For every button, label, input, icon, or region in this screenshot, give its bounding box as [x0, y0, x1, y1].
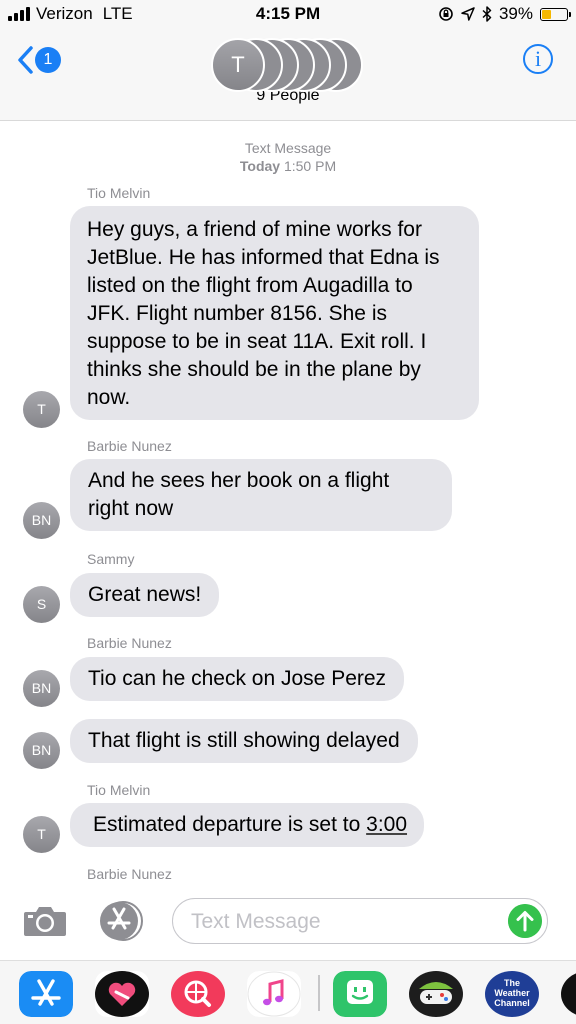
- message-bubble[interactable]: Hey guys, a friend of mine works for Jet…: [70, 206, 479, 420]
- time-link[interactable]: 3:00: [366, 813, 407, 836]
- group-avatar: T: [211, 38, 265, 92]
- partial-app[interactable]: [561, 971, 576, 1017]
- lock-rotation-icon: [439, 7, 453, 21]
- search-images-app[interactable]: [171, 971, 225, 1017]
- sender-avatar[interactable]: BN: [23, 502, 60, 539]
- message-input-placeholder: Text Message: [191, 910, 321, 933]
- sticker-face-app[interactable]: [333, 971, 387, 1017]
- camera-icon[interactable]: [22, 903, 68, 939]
- message-bubble[interactable]: Tio can he check on Jose Perez: [70, 657, 405, 701]
- messages-screen: Verizon LTE 4:15 PM 39% 1 T 9 People i T…: [0, 0, 576, 1024]
- heart-sticker-app[interactable]: [95, 971, 149, 1017]
- message-input[interactable]: Text Message: [172, 898, 548, 944]
- sender-name: Sammy: [87, 551, 135, 567]
- sender-avatar[interactable]: T: [23, 816, 60, 853]
- message-text: Estimated departure is set to: [93, 813, 367, 836]
- status-right: 39%: [438, 4, 571, 24]
- conversation-timestamp: Today 1:50 PM: [0, 157, 576, 175]
- twc-line: The: [503, 978, 520, 988]
- chevron-left-icon: [18, 46, 33, 74]
- location-icon: [461, 7, 475, 21]
- weather-channel-app[interactable]: The Weather Channel: [485, 971, 539, 1017]
- twc-line: Channel: [494, 998, 530, 1008]
- app-store-app[interactable]: [19, 971, 73, 1017]
- weather-channel-logo: The Weather Channel: [485, 978, 539, 1008]
- unread-badge: 1: [35, 47, 61, 73]
- app-store-icon[interactable]: [97, 901, 145, 941]
- sender-name: Barbie Nunez: [87, 866, 172, 882]
- battery-percent: 39%: [498, 4, 533, 23]
- message-bubble[interactable]: That flight is still showing delayed: [70, 719, 418, 763]
- send-arrow-icon[interactable]: [508, 904, 542, 938]
- smiley-sticker-icon: [347, 980, 373, 1004]
- sender-name: Tio Melvin: [87, 185, 151, 201]
- group-avatar-stack[interactable]: T: [211, 38, 371, 94]
- sender-name: Tio Melvin: [87, 782, 151, 798]
- battery-level: [542, 9, 551, 19]
- sender-avatar[interactable]: BN: [23, 670, 60, 707]
- conversation-header: 1 T 9 People i: [0, 30, 576, 121]
- message-bubble[interactable]: And he sees her book on a flight right n…: [70, 459, 452, 531]
- bluetooth-icon: [482, 6, 492, 22]
- service-label: Text Message: [244, 140, 332, 156]
- drawer-divider: [318, 975, 320, 1011]
- message-list[interactable]: Text Message Today 1:50 PM Tio Melvin He…: [0, 121, 576, 891]
- sender-avatar[interactable]: BN: [23, 732, 60, 769]
- message-bubble[interactable]: Great news!: [70, 573, 220, 617]
- twc-line: Weather: [494, 988, 530, 998]
- timestamp-time: 1:50 PM: [283, 158, 337, 174]
- game-app[interactable]: [409, 971, 463, 1017]
- sender-name: Barbie Nunez: [87, 635, 172, 651]
- imessage-app-drawer: The Weather Channel: [0, 960, 576, 1024]
- timestamp-day: Today: [239, 158, 281, 174]
- sender-name: Barbie Nunez: [87, 438, 172, 454]
- music-app[interactable]: [247, 971, 301, 1017]
- battery-icon: [540, 7, 571, 21]
- info-button[interactable]: i: [523, 44, 553, 74]
- sender-avatar[interactable]: S: [23, 586, 60, 623]
- sender-avatar[interactable]: T: [23, 391, 60, 428]
- back-button[interactable]: 1: [16, 45, 61, 75]
- battery-tip: [569, 11, 571, 17]
- message-bubble[interactable]: Estimated departure is set to 3:00: [70, 803, 425, 847]
- compose-bar: Text Message: [0, 891, 576, 957]
- status-bar: Verizon LTE 4:15 PM 39%: [0, 0, 576, 30]
